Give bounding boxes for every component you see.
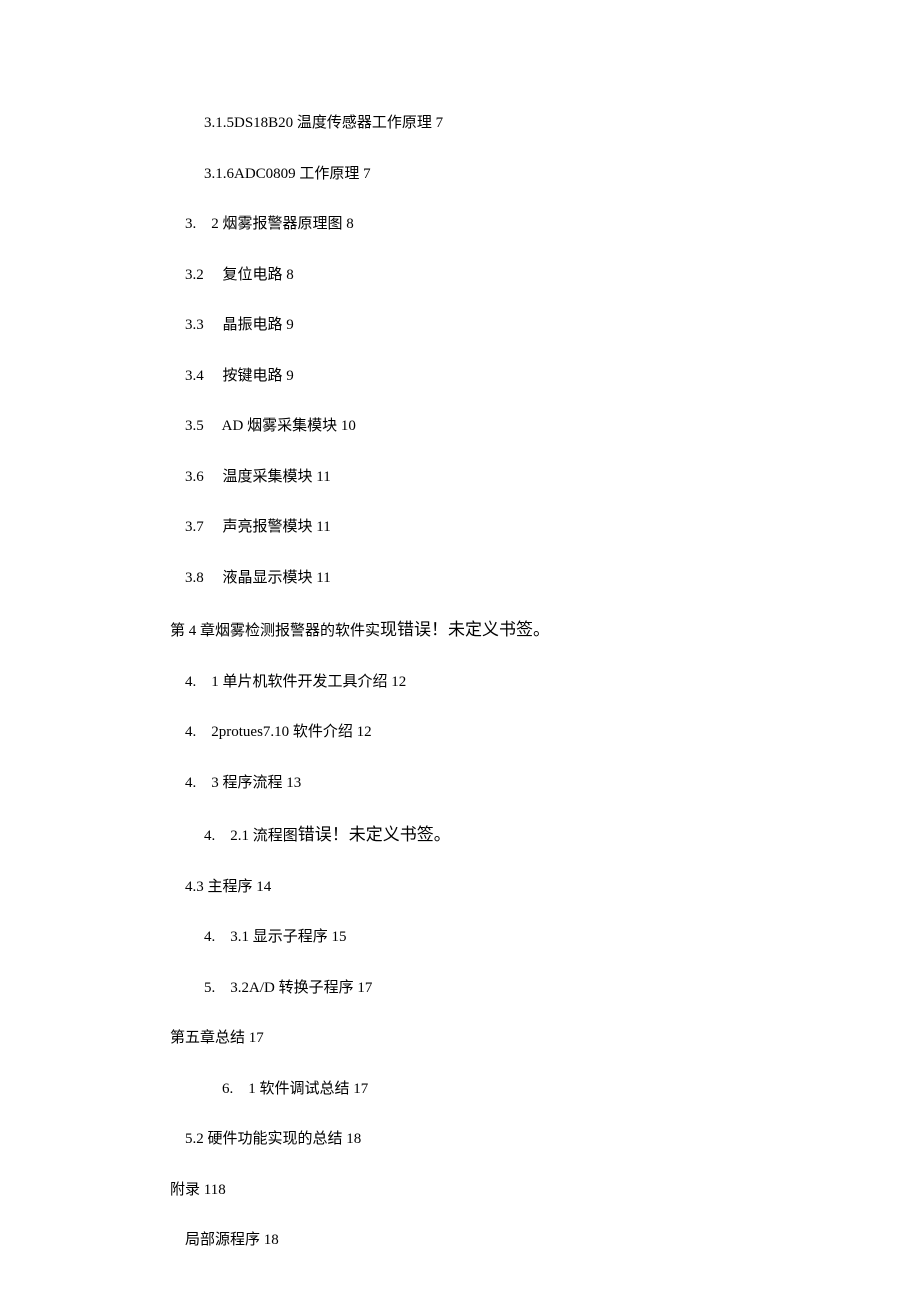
- toc-entry: 3.1.6ADC0809 工作原理 7: [170, 163, 920, 186]
- toc-text: 4. 1 单片机软件开发工具介绍 12: [185, 674, 406, 690]
- toc-entry: 3.3 晶振电路 9: [170, 314, 920, 337]
- toc-error-text: 现错误！未定义书签。: [380, 620, 550, 639]
- toc-entry: 5.2 硬件功能实现的总结 18: [170, 1128, 920, 1151]
- toc-text: 3. 2 烟雾报警器原理图 8: [185, 216, 354, 232]
- toc-entry: 3.2 复位电路 8: [170, 264, 920, 287]
- toc-text: 4.3 主程序 14: [185, 879, 271, 895]
- toc-entry: 3.1.5DS18B20 温度传感器工作原理 7: [170, 112, 920, 135]
- toc-text: 6. 1 软件调试总结 17: [222, 1081, 368, 1097]
- toc-entry: 4. 3 程序流程 13: [170, 772, 920, 795]
- toc-text: 3.3 晶振电路 9: [185, 317, 294, 333]
- toc-text: 3.5 AD 烟雾采集模块 10: [185, 418, 356, 434]
- toc-entry: 4. 2.1 流程图错误！未定义书签。: [170, 822, 920, 848]
- toc-entry: 4. 2protues7.10 软件介绍 12: [170, 721, 920, 744]
- toc-text: 4. 3 程序流程 13: [185, 775, 301, 791]
- toc-text: 局部源程序 18: [185, 1232, 279, 1248]
- toc-entry: 局部源程序 18: [170, 1229, 920, 1252]
- toc-entry: 3.6 温度采集模块 11: [170, 466, 920, 489]
- toc-entry: 附录 118: [170, 1179, 920, 1202]
- toc-entry: 第 4 章烟雾检测报警器的软件实现错误！未定义书签。: [170, 617, 920, 643]
- toc-text: 第五章总结 17: [170, 1030, 264, 1046]
- toc-entry: 3.7 声亮报警模块 11: [170, 516, 920, 539]
- toc-text: 3.6 温度采集模块 11: [185, 469, 331, 485]
- toc-entry: 3. 2 烟雾报警器原理图 8: [170, 213, 920, 236]
- toc-entry: 4. 1 单片机软件开发工具介绍 12: [170, 671, 920, 694]
- toc-text: 3.4 按键电路 9: [185, 368, 294, 384]
- toc-text: 4. 3.1 显示子程序 15: [204, 929, 347, 945]
- toc-text: 附录 118: [170, 1182, 226, 1198]
- toc-error-text: 错误！未定义书签。: [298, 825, 451, 844]
- toc-text: 第 4 章烟雾检测报警器的软件实: [170, 623, 380, 639]
- toc-entry: 3.4 按键电路 9: [170, 365, 920, 388]
- toc-text: 4. 2.1 流程图: [204, 828, 298, 844]
- toc-entry: 5. 3.2A/D 转换子程序 17: [170, 977, 920, 1000]
- toc-text: 3.1.5DS18B20 温度传感器工作原理 7: [204, 115, 443, 131]
- toc-entry: 3.8 液晶显示模块 11: [170, 567, 920, 590]
- toc-entry: 4. 3.1 显示子程序 15: [170, 926, 920, 949]
- toc-entry: 6. 1 软件调试总结 17: [170, 1078, 920, 1101]
- toc-text: 3.8 液晶显示模块 11: [185, 570, 331, 586]
- toc-text: 3.2 复位电路 8: [185, 267, 294, 283]
- toc-text: 3.1.6ADC0809 工作原理 7: [204, 166, 371, 182]
- toc-text: 5.2 硬件功能实现的总结 18: [185, 1131, 361, 1147]
- toc-entry: 3.5 AD 烟雾采集模块 10: [170, 415, 920, 438]
- toc-text: 3.7 声亮报警模块 11: [185, 519, 331, 535]
- table-of-contents: 3.1.5DS18B20 温度传感器工作原理 7 3.1.6ADC0809 工作原…: [170, 112, 920, 1252]
- toc-text: 5. 3.2A/D 转换子程序 17: [204, 980, 372, 996]
- toc-entry: 第五章总结 17: [170, 1027, 920, 1050]
- toc-entry: 4.3 主程序 14: [170, 876, 920, 899]
- toc-text: 4. 2protues7.10 软件介绍 12: [185, 724, 372, 740]
